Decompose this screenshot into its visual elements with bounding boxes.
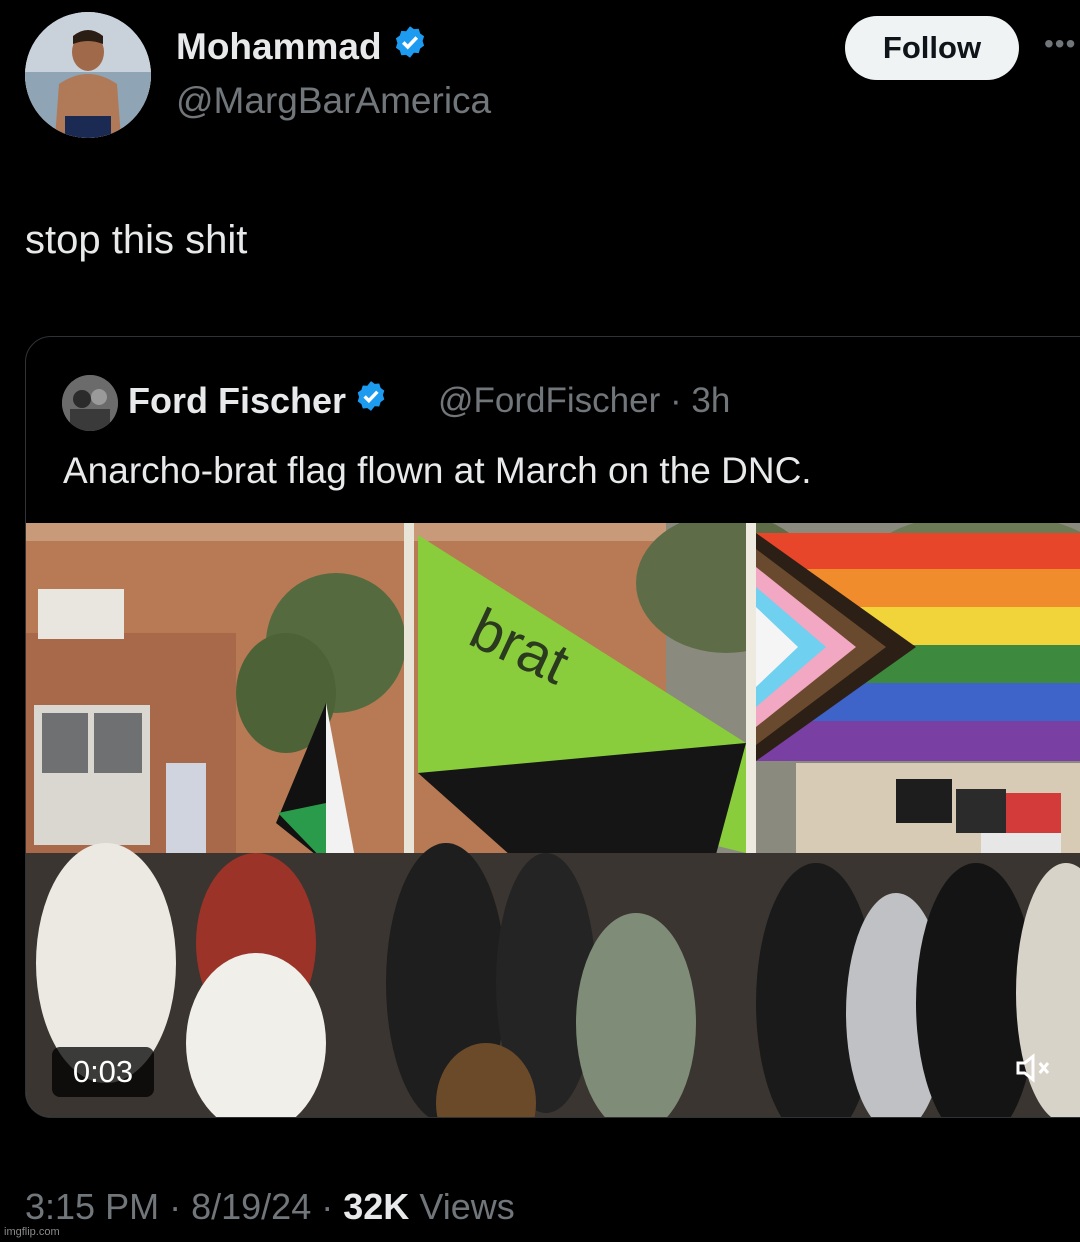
follow-button[interactable]: Follow bbox=[845, 16, 1019, 80]
tweet-time[interactable]: 3:15 PM bbox=[25, 1186, 159, 1227]
tweet-text: stop this shit bbox=[25, 218, 248, 262]
author-name-text: Mohammad bbox=[176, 25, 382, 67]
video-frame: brat bbox=[26, 513, 1080, 1117]
tweet-header: Mohammad @MargBarAmerica Follow ••• bbox=[0, 0, 1080, 160]
quoted-meta: @FordFischer · 3h bbox=[438, 381, 730, 421]
quoted-age: 3h bbox=[691, 381, 731, 420]
views-count: 32K bbox=[343, 1186, 410, 1227]
video-player[interactable]: brat 0:03 bbox=[26, 513, 1080, 1117]
video-duration: 0:03 bbox=[52, 1047, 154, 1097]
quoted-text: Anarcho-brat flag flown at March on the … bbox=[63, 450, 812, 491]
quoted-author-name[interactable]: Ford Fischer bbox=[128, 379, 388, 422]
watermark: imgflip.com bbox=[4, 1226, 60, 1238]
meta-separator: · bbox=[669, 381, 682, 420]
tweet-footer: 3:15 PM · 8/19/24 · 32K Views bbox=[25, 1186, 515, 1228]
quoted-author-avatar[interactable] bbox=[62, 375, 118, 431]
footer-separator: · bbox=[169, 1186, 182, 1227]
tweet-date[interactable]: 8/19/24 bbox=[191, 1186, 311, 1227]
author-handle[interactable]: @MargBarAmerica bbox=[176, 80, 491, 122]
quoted-handle[interactable]: @FordFischer bbox=[438, 381, 660, 420]
quoted-name-text: Ford Fischer bbox=[128, 379, 347, 421]
verified-badge-icon bbox=[354, 379, 388, 422]
verified-badge-icon bbox=[392, 24, 428, 69]
more-options-icon[interactable]: ••• bbox=[1044, 28, 1076, 60]
volume-muted-icon[interactable] bbox=[1004, 1039, 1062, 1097]
author-display-name[interactable]: Mohammad bbox=[176, 24, 428, 69]
quoted-tweet[interactable]: Ford Fischer @FordFischer · 3h Anarcho-b… bbox=[25, 336, 1080, 1118]
footer-separator: · bbox=[321, 1186, 334, 1227]
views-label: Views bbox=[419, 1186, 515, 1227]
author-avatar[interactable] bbox=[25, 12, 151, 138]
